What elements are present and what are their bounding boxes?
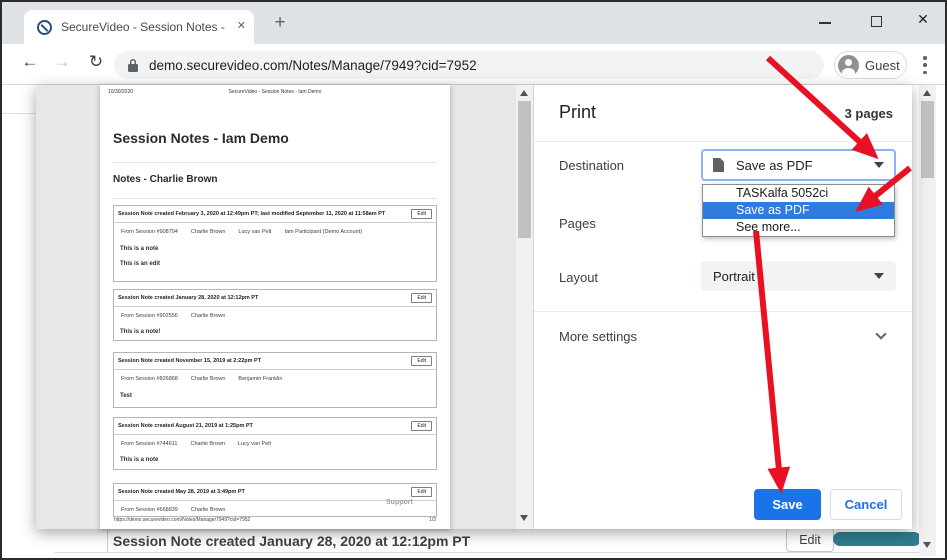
layout-select[interactable]: Portrait — [701, 261, 896, 291]
page-panel-border — [107, 530, 108, 552]
page-note-heading: Session Note created January 28, 2020 at… — [113, 533, 470, 549]
browser-tab[interactable]: SecureVideo - Session Notes - Ia ✕ — [24, 10, 254, 44]
note-meta: Charlie Brown — [191, 313, 226, 319]
note-meta: From Session #902556 — [121, 313, 178, 319]
page-edit-button[interactable]: Edit — [786, 528, 834, 552]
page-count: 3 pages — [845, 106, 893, 121]
save-button[interactable]: Save — [754, 489, 821, 520]
note-header: Session Note created January 28, 2020 at… — [118, 295, 258, 301]
pages-label: Pages — [559, 216, 596, 231]
pdf-file-icon — [713, 158, 724, 172]
browser-menu-icon[interactable] — [917, 55, 933, 75]
caret-down-icon — [874, 273, 884, 279]
note-meta: Lucy van Pelt — [238, 441, 271, 447]
note-body: This is a note! — [114, 329, 436, 335]
note-meta: Charlie Brown — [191, 229, 226, 235]
menu-item-printer[interactable]: TASKalfa 5052ci — [703, 185, 894, 202]
forward-icon: → — [50, 52, 74, 72]
preview-scrollbar-thumb[interactable] — [518, 101, 531, 238]
profile-label: Guest — [865, 58, 900, 73]
destination-menu: TASKalfa 5052ci Save as PDF See more... — [702, 184, 895, 237]
tab-close-icon[interactable]: ✕ — [237, 19, 246, 32]
window-close-icon[interactable]: ✕ — [908, 11, 938, 28]
note-edit-button: Edit — [411, 487, 432, 497]
note-card: Session Note created November 15, 2019 a… — [113, 352, 437, 408]
destination-value: Save as PDF — [736, 158, 874, 173]
note-meta: Charlie Brown — [191, 376, 226, 382]
preview-paper: 10/30/2020 SecureVideo - Session Notes -… — [100, 85, 450, 529]
page-divider — [2, 113, 38, 114]
dialog-divider — [534, 311, 912, 312]
print-dialog: Print 3 pages Destination Save as PDF TA… — [533, 85, 912, 529]
preview-scrollbar[interactable] — [516, 85, 533, 529]
scroll-up-icon[interactable] — [923, 90, 931, 96]
paper-footer-url: https://demo.securevideo.com/Notes/Manag… — [114, 517, 250, 523]
lock-icon — [127, 58, 139, 72]
tab-strip: SecureVideo - Session Notes - Ia ✕ + ✕ — [2, 2, 945, 44]
destination-select[interactable]: Save as PDF — [701, 149, 896, 181]
browser-toolbar: ← → ↻ demo.securevideo.com/Notes/Manage/… — [2, 44, 945, 85]
page-scrollbar-thumb[interactable] — [921, 101, 934, 178]
address-bar[interactable]: demo.securevideo.com/Notes/Manage/7949?c… — [114, 51, 824, 79]
securevideo-favicon-icon — [37, 20, 52, 35]
paper-title: Session Notes - Iam Demo — [113, 130, 289, 146]
paper-divider — [113, 162, 437, 163]
note-card: Session Note created January 28, 2020 at… — [113, 289, 437, 341]
paper-header-title: SecureVideo - Session Notes - Iam Demo — [100, 89, 450, 95]
back-icon[interactable]: ← — [18, 52, 42, 72]
note-edit-button: Edit — [411, 356, 432, 366]
note-header: Session Note created February 3, 2020 at… — [118, 211, 385, 217]
more-settings[interactable]: More settings — [559, 329, 637, 344]
new-tab-button[interactable]: + — [268, 12, 292, 36]
note-meta: Iam Participant (Demo Account) — [284, 229, 362, 235]
window-maximize-icon[interactable] — [871, 16, 882, 27]
cancel-button[interactable]: Cancel — [830, 489, 902, 520]
chevron-down-icon[interactable] — [875, 328, 886, 339]
note-body: This is a note — [114, 246, 436, 252]
profile-chip[interactable]: Guest — [834, 51, 907, 79]
note-meta: Benjamin Franklin — [238, 376, 282, 382]
scroll-down-icon[interactable] — [923, 542, 931, 548]
page-rule — [55, 552, 933, 553]
note-meta: Charlie Brown — [190, 441, 225, 447]
layout-value: Portrait — [713, 269, 874, 284]
window-minimize-icon[interactable] — [819, 22, 831, 24]
dialog-title: Print — [559, 102, 596, 123]
note-meta: Charlie Brown — [191, 507, 226, 513]
note-header: Session Note created May 28, 2019 at 3:4… — [118, 489, 245, 495]
note-meta: From Session #668839 — [121, 507, 178, 513]
note-meta: From Session #826868 — [121, 376, 178, 382]
note-header: Session Note created November 15, 2019 a… — [118, 358, 261, 364]
caret-down-icon — [874, 162, 884, 168]
note-meta: Lucy van Pelt — [238, 229, 271, 235]
note-meta: From Session #908794 — [121, 229, 178, 235]
note-edit-button: Edit — [411, 421, 432, 431]
menu-item-save-as-pdf[interactable]: Save as PDF — [703, 202, 894, 219]
paper-support-label: Support — [386, 499, 413, 506]
note-body: This is a note — [114, 457, 436, 463]
note-card: Session Note created August 21, 2019 at … — [113, 417, 437, 470]
paper-divider — [113, 198, 437, 199]
note-card: Session Note created February 3, 2020 at… — [113, 205, 437, 282]
support-widget[interactable] — [833, 532, 921, 546]
scroll-down-icon[interactable] — [520, 515, 528, 521]
tab-title: SecureVideo - Session Notes - Ia — [61, 20, 229, 34]
note-edit-button: Edit — [411, 209, 432, 219]
page-scrollbar[interactable] — [919, 85, 936, 556]
url-text: demo.securevideo.com/Notes/Manage/7949?c… — [149, 58, 477, 73]
scroll-up-icon[interactable] — [520, 90, 528, 96]
note-meta: From Session #744611 — [121, 441, 177, 447]
layout-label: Layout — [559, 270, 598, 285]
note-edit-button: Edit — [411, 293, 432, 303]
paper-footer-page-number: 1/3 — [429, 517, 436, 523]
dialog-divider — [534, 141, 912, 142]
menu-item-see-more[interactable]: See more... — [703, 219, 894, 236]
note-body: This is an edit — [114, 261, 436, 267]
reload-icon[interactable]: ↻ — [84, 52, 108, 72]
avatar-icon — [838, 55, 859, 76]
destination-label: Destination — [559, 158, 624, 173]
paper-section-title: Notes - Charlie Brown — [113, 174, 217, 185]
note-header: Session Note created August 21, 2019 at … — [118, 423, 253, 429]
note-body: Test — [114, 393, 436, 399]
